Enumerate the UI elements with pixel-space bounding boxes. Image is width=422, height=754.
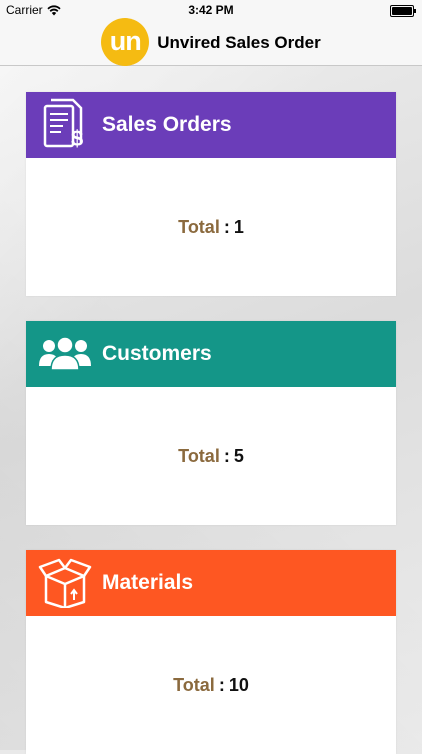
total-separator: : (218, 674, 225, 695)
total-separator: : (223, 216, 230, 237)
sales-orders-total: 1 (233, 216, 244, 237)
total-separator: : (223, 445, 230, 466)
total-label: Total (178, 445, 220, 466)
customers-title: Customers (102, 342, 212, 365)
customers-header[interactable]: Customers (26, 321, 396, 387)
materials-title: Materials (102, 571, 194, 594)
navigation-bar: un Unvired Sales Order (0, 17, 422, 66)
customers-total: 5 (233, 445, 244, 466)
total-label: Total (173, 674, 215, 695)
svg-text:$: $ (71, 126, 83, 151)
materials-header[interactable]: Materials (26, 550, 396, 616)
materials-box-icon (36, 554, 94, 612)
total-label: Total (178, 216, 220, 237)
customers-body: Total : 5 (26, 387, 396, 525)
materials-body: Total : 10 (26, 616, 396, 754)
app-logo: un (101, 17, 150, 66)
sales-orders-title: Sales Orders (102, 113, 232, 136)
materials-total: 10 (228, 674, 249, 695)
app-title: Unvired Sales Order (157, 32, 321, 52)
battery-icon (390, 5, 416, 17)
customers-group-icon (36, 325, 94, 383)
sales-orders-header[interactable]: $ Sales Orders (26, 92, 396, 158)
sales-document-icon: $ (36, 96, 94, 154)
sales-orders-card[interactable]: $ Sales Orders Total : 1 (26, 92, 396, 296)
status-time: 3:42 PM (188, 3, 234, 17)
materials-card[interactable]: Materials Total : 10 (26, 550, 396, 754)
status-bar: Carrier 3:42 PM (0, 0, 422, 20)
customers-card[interactable]: Customers Total : 5 (26, 321, 396, 525)
sales-orders-body: Total : 1 (26, 158, 396, 296)
